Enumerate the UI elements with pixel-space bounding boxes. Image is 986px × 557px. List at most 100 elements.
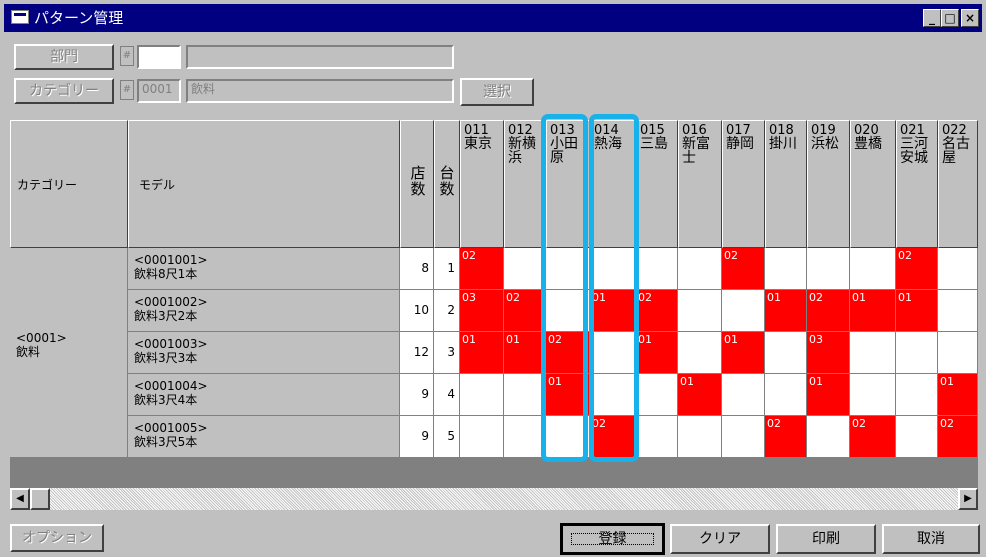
pattern-cell[interactable]: 02: [590, 416, 636, 458]
pattern-cell[interactable]: [850, 248, 896, 290]
store-header-022: 022 名古屋: [938, 120, 978, 248]
pattern-cell[interactable]: [765, 332, 807, 374]
model-name: 飲料3尺5本: [134, 435, 198, 449]
pattern-cell[interactable]: [765, 374, 807, 416]
pattern-cell[interactable]: 01: [850, 290, 896, 332]
unit-count-cell: 2: [434, 290, 460, 332]
cancel-button[interactable]: 取消: [882, 524, 980, 554]
scroll-left-button[interactable]: ◀: [10, 488, 30, 510]
pattern-cell[interactable]: 02: [807, 290, 850, 332]
pattern-cell[interactable]: [546, 416, 590, 458]
scroll-thumb[interactable]: [30, 488, 50, 510]
pattern-cell[interactable]: [850, 374, 896, 416]
pattern-cell[interactable]: 01: [460, 332, 504, 374]
pattern-cell[interactable]: [636, 416, 678, 458]
pattern-cell[interactable]: 01: [636, 332, 678, 374]
pattern-cell[interactable]: 01: [722, 332, 765, 374]
options-button[interactable]: オプション: [10, 524, 104, 552]
select-button[interactable]: 選択: [460, 78, 534, 106]
pattern-cell[interactable]: 02: [460, 248, 504, 290]
department-button[interactable]: 部門: [14, 44, 114, 70]
close-button[interactable]: ×: [961, 9, 979, 27]
pattern-cell[interactable]: [938, 332, 978, 374]
maximize-button[interactable]: □: [941, 9, 959, 27]
pattern-cell[interactable]: [590, 248, 636, 290]
category-group-cell: <0001> 飲料: [10, 248, 128, 458]
pattern-cell[interactable]: [460, 416, 504, 458]
pattern-cell[interactable]: [504, 416, 546, 458]
pattern-cell[interactable]: 02: [546, 332, 590, 374]
pattern-cell[interactable]: [636, 374, 678, 416]
pattern-cell[interactable]: [722, 374, 765, 416]
store-header-018: 018 掛川: [765, 120, 807, 248]
pattern-cell[interactable]: [722, 290, 765, 332]
print-button[interactable]: 印刷: [776, 524, 876, 554]
pattern-cell[interactable]: [590, 332, 636, 374]
pattern-cell[interactable]: [504, 248, 546, 290]
pattern-cell[interactable]: [504, 374, 546, 416]
pattern-cell[interactable]: 02: [722, 248, 765, 290]
pattern-cell[interactable]: [938, 290, 978, 332]
focus-indicator: [571, 533, 654, 545]
store-name: 熱海: [594, 136, 622, 152]
dept-code-field[interactable]: [137, 45, 181, 69]
pattern-cell[interactable]: 01: [678, 374, 722, 416]
category-code-field[interactable]: 0001: [137, 79, 181, 103]
pattern-cell[interactable]: [765, 248, 807, 290]
pattern-cell[interactable]: 02: [850, 416, 896, 458]
pattern-cell[interactable]: 02: [896, 248, 938, 290]
pattern-cell[interactable]: [678, 248, 722, 290]
category-button[interactable]: カテゴリー: [14, 78, 114, 104]
pattern-cell[interactable]: [546, 290, 590, 332]
pattern-cell[interactable]: [938, 248, 978, 290]
store-count-cell: 9: [400, 374, 434, 416]
header-unit-count: 台数: [434, 120, 460, 248]
scroll-right-button[interactable]: ▶: [958, 488, 978, 510]
unit-count-cell: 1: [434, 248, 460, 290]
store-count-cell: 12: [400, 332, 434, 374]
pattern-cell[interactable]: [678, 332, 722, 374]
pattern-cell[interactable]: 02: [765, 416, 807, 458]
pattern-cell[interactable]: 01: [504, 332, 546, 374]
pattern-cell[interactable]: [636, 248, 678, 290]
pattern-cell[interactable]: [850, 332, 896, 374]
horizontal-scrollbar[interactable]: ◀ ▶: [10, 488, 978, 510]
store-name: 静岡: [726, 136, 754, 152]
pattern-cell[interactable]: [896, 332, 938, 374]
pattern-cell[interactable]: 01: [807, 374, 850, 416]
pattern-cell[interactable]: 03: [460, 290, 504, 332]
pattern-cell[interactable]: [807, 416, 850, 458]
pattern-cell[interactable]: [722, 416, 765, 458]
store-header-021: 021 三河安城: [896, 120, 938, 248]
pattern-cell[interactable]: [590, 374, 636, 416]
pattern-cell[interactable]: [896, 416, 938, 458]
model-code: <0001003>: [134, 337, 208, 351]
pattern-cell[interactable]: [546, 248, 590, 290]
clear-button[interactable]: クリア: [670, 524, 770, 554]
pattern-cell[interactable]: 01: [765, 290, 807, 332]
pattern-cell[interactable]: 02: [504, 290, 546, 332]
minimize-button[interactable]: _: [923, 9, 941, 27]
pattern-cell[interactable]: [460, 374, 504, 416]
model-code: <0001004>: [134, 379, 208, 393]
model-name: 飲料3尺2本: [134, 309, 198, 323]
register-button[interactable]: 登録: [560, 523, 665, 555]
pattern-cell[interactable]: [896, 374, 938, 416]
store-name: 三河安城: [900, 136, 928, 166]
pattern-cell[interactable]: 03: [807, 332, 850, 374]
store-name: 豊橋: [854, 136, 882, 152]
store-header-017: 017 静岡: [722, 120, 765, 248]
pattern-cell[interactable]: [807, 248, 850, 290]
store-count-cell: 8: [400, 248, 434, 290]
pattern-cell[interactable]: 02: [938, 416, 978, 458]
pattern-cell[interactable]: 01: [896, 290, 938, 332]
dept-name-field: [186, 45, 454, 69]
pattern-cell[interactable]: 02: [636, 290, 678, 332]
pattern-cell[interactable]: [678, 416, 722, 458]
store-name: 三島: [640, 136, 668, 152]
pattern-cell[interactable]: 01: [590, 290, 636, 332]
pattern-cell[interactable]: 01: [546, 374, 590, 416]
pattern-cell[interactable]: 01: [938, 374, 978, 416]
model-cell: <0001004> 飲料3尺4本: [128, 374, 400, 416]
pattern-cell[interactable]: [678, 290, 722, 332]
